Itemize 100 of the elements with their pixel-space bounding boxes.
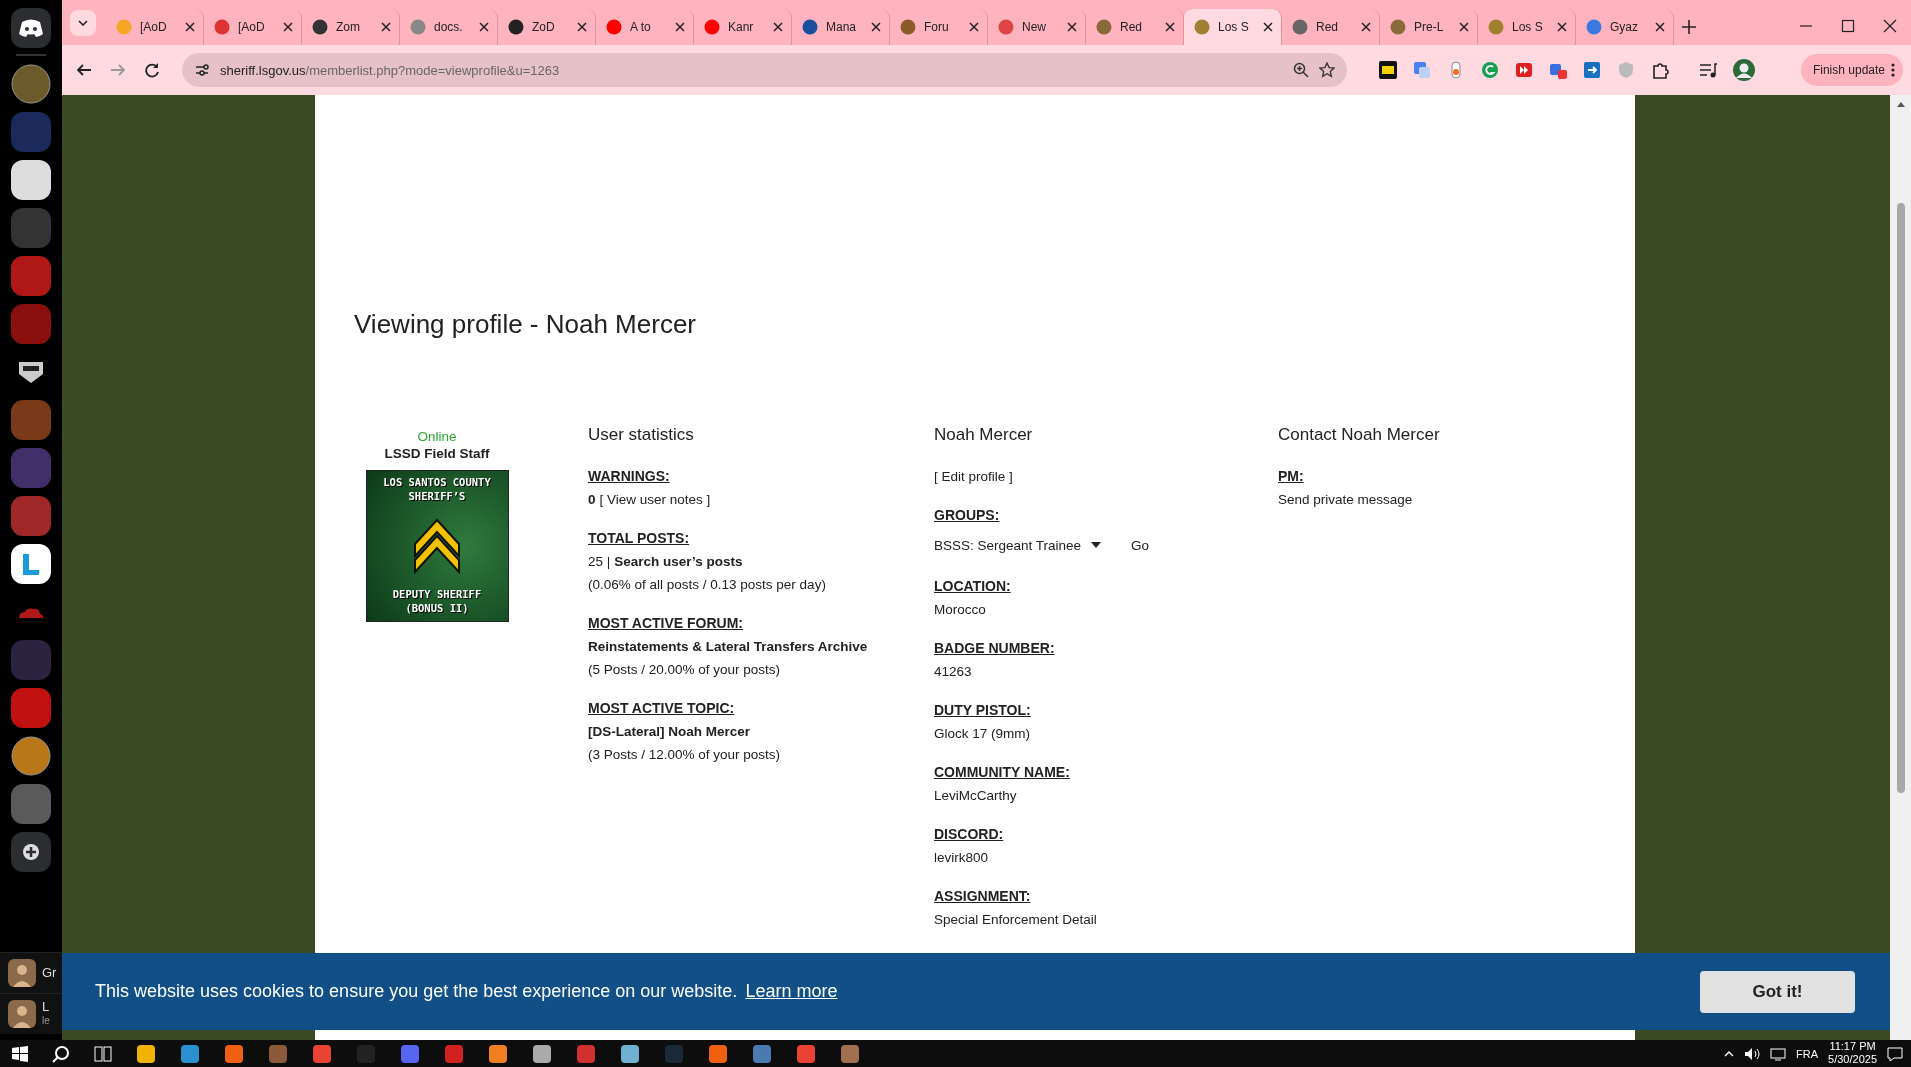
server-icon[interactable] <box>11 736 51 776</box>
favicon-icon <box>116 19 132 35</box>
go-button[interactable]: Go <box>1127 537 1154 553</box>
field-label: DUTY PISTOL: <box>934 701 1032 720</box>
site-info-icon[interactable] <box>194 62 210 78</box>
favicon-icon <box>802 19 818 35</box>
chevron-down-icon[interactable] <box>78 20 88 26</box>
finish-update-button[interactable]: Finish update <box>1800 54 1903 86</box>
caret-icon <box>1091 542 1102 548</box>
reload-icon[interactable] <box>144 62 160 78</box>
edit-profile-link[interactable]: [ Edit profile ] <box>934 465 1278 488</box>
close-icon[interactable] <box>1883 19 1897 33</box>
taskbar-app-icon[interactable] <box>840 1043 860 1064</box>
scroll-up-icon[interactable] <box>1896 101 1905 107</box>
speaker-icon[interactable] <box>1744 1046 1761 1061</box>
stat-value: 41263 <box>934 663 972 681</box>
avatar-icon[interactable] <box>8 1000 36 1028</box>
media-icon[interactable] <box>1699 61 1717 79</box>
close-icon[interactable] <box>381 22 391 32</box>
taskbar-app-icon[interactable] <box>488 1043 508 1064</box>
taskbar-app-icon[interactable] <box>752 1043 772 1064</box>
message-link[interactable]: Send private message <box>1278 488 1413 511</box>
close-icon[interactable] <box>675 22 685 32</box>
extension-icon[interactable] <box>1379 61 1397 79</box>
windows-icon[interactable] <box>12 1045 28 1062</box>
user-name[interactable]: Gr <box>42 966 57 980</box>
favicon-icon <box>704 19 720 35</box>
server-icon[interactable] <box>11 544 51 584</box>
stat-value: Glock 17 (9mm) <box>934 725 1031 743</box>
taskbar-app-icon[interactable] <box>796 1043 816 1064</box>
close-icon[interactable] <box>871 22 881 32</box>
field-label: MOST ACTIVE TOPIC: <box>588 699 736 718</box>
user-rank: LSSD Field Staff <box>384 445 490 462</box>
stat-link[interactable]: Search user’s posts <box>614 550 743 573</box>
group-select[interactable]: BSSS: Sergeant Trainee <box>934 531 1102 559</box>
close-icon[interactable] <box>773 22 783 32</box>
field-label: TOTAL POSTS: <box>588 529 691 548</box>
avatar-icon[interactable] <box>1733 59 1755 81</box>
taskbar-app-icon[interactable] <box>180 1043 200 1064</box>
stat-link[interactable]: Reinstatements & Lateral Transfers Archive <box>588 635 868 658</box>
browser-tab[interactable]: Los S <box>1184 9 1282 45</box>
close-icon[interactable] <box>185 22 195 32</box>
close-icon[interactable] <box>969 22 979 32</box>
favicon-icon <box>214 19 230 35</box>
search-icon[interactable] <box>52 1044 70 1063</box>
notification-icon[interactable] <box>1887 1045 1903 1062</box>
close-icon[interactable] <box>1459 22 1469 32</box>
task-view-icon[interactable] <box>94 1045 112 1062</box>
stat-link[interactable]: [ View user notes ] <box>599 488 711 511</box>
close-icon[interactable] <box>1655 22 1665 32</box>
scrollbar[interactable] <box>1890 95 1911 1040</box>
taskbar-app-icon[interactable] <box>224 1043 244 1064</box>
zoom-icon[interactable] <box>1293 62 1309 78</box>
tab-search-button[interactable] <box>70 10 96 36</box>
learn-more-link[interactable]: Learn more <box>745 981 838 1002</box>
taskbar-app-icon[interactable] <box>620 1043 640 1064</box>
stat-link[interactable]: [DS-Lateral] Noah Mercer <box>588 720 751 743</box>
bookmark-star-icon[interactable] <box>1319 62 1335 78</box>
favicon-icon <box>410 19 426 35</box>
favicon-icon <box>1586 19 1602 35</box>
accept-cookies-button[interactable]: Got it! <box>1700 970 1855 1013</box>
taskbar-app-icon[interactable] <box>708 1043 728 1064</box>
network-icon[interactable] <box>1770 1046 1787 1061</box>
close-icon[interactable] <box>1361 22 1371 32</box>
stat-value: (3 Posts / 12.00% of your posts) <box>588 746 781 764</box>
badge-caption: LOS SANTOS COUNTY SHERIFF’S <box>382 475 492 503</box>
taskbar-app-icon[interactable] <box>400 1043 420 1064</box>
scrollbar-thumb[interactable] <box>1896 203 1905 793</box>
close-icon[interactable] <box>1067 22 1077 32</box>
puzzle-icon[interactable] <box>1651 61 1669 79</box>
taskbar-app-icon[interactable] <box>136 1043 156 1064</box>
add-server-icon[interactable] <box>11 832 51 872</box>
close-icon[interactable] <box>1165 22 1175 32</box>
favicon-icon <box>900 19 916 35</box>
new-tab-icon[interactable] <box>1682 20 1696 34</box>
server-icon[interactable] <box>11 160 51 200</box>
user-name[interactable]: L <box>42 1000 50 1014</box>
maximize-icon[interactable] <box>1841 19 1855 33</box>
back-icon[interactable] <box>76 62 92 78</box>
section-heading: Contact Noah Mercer <box>1278 424 1441 446</box>
tray-caret-icon[interactable] <box>1724 1050 1735 1057</box>
clock[interactable]: 11:17 PM 5/30/2025 <box>1828 1040 1877 1067</box>
taskbar-app-icon[interactable] <box>312 1043 332 1064</box>
close-icon[interactable] <box>577 22 587 32</box>
cookie-message: This website uses cookies to ensure you get the best experience on our website. <box>95 981 738 1002</box>
stat-value: 25 | <box>588 553 611 571</box>
close-icon[interactable] <box>283 22 293 32</box>
discord-icon[interactable] <box>11 8 51 48</box>
stat-value: (0.06% of all posts / 0.13 posts per day) <box>588 576 826 594</box>
close-icon[interactable] <box>479 22 489 32</box>
close-icon[interactable] <box>1263 22 1273 32</box>
favicon-icon <box>998 19 1014 35</box>
stat-value: LeviMcCarthy <box>934 787 1017 805</box>
language-indicator[interactable]: FRA <box>1796 1047 1819 1060</box>
field-label: COMMUNITY NAME: <box>934 763 1071 782</box>
field-label: MOST ACTIVE FORUM: <box>588 614 745 633</box>
close-icon[interactable] <box>1557 22 1567 32</box>
taskbar-app-icon[interactable] <box>532 1043 552 1064</box>
avatar-icon[interactable] <box>8 959 36 987</box>
address-bar[interactable]: sheriff.lsgov.us/memberlist.php?mode=viewprofile&u=1263 <box>182 53 1347 87</box>
